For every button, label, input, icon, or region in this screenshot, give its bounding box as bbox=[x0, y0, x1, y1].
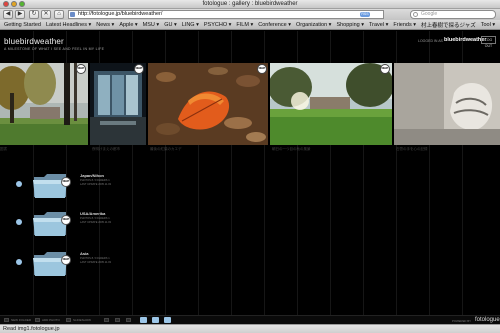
sculpture-photo bbox=[394, 63, 500, 145]
title-bar: fotologue : gallery : bluebirdweather bbox=[0, 0, 500, 9]
gallery-updated: LAST UPDATE 2005.11.03 bbox=[80, 260, 111, 264]
new-badge: NEW! bbox=[61, 177, 71, 187]
status-text: Read img1.fotologue.jp bbox=[3, 326, 60, 332]
photo-caption: 朝日の一つ目の秋の風景 bbox=[272, 147, 311, 151]
gallery-meta: PHOTOS 8 / FOLDERS 1 LAST UPDATE 2005.11… bbox=[80, 217, 111, 225]
gallery-meta: PHOTOS 8 / FOLDERS 1 LAST UPDATE 2005.11… bbox=[80, 257, 111, 265]
photo-thumbnail[interactable]: NEW! bbox=[270, 63, 392, 145]
site-title[interactable]: bluebirdweather bbox=[4, 37, 64, 46]
gallery-name[interactable]: USA/Amerika bbox=[80, 211, 105, 216]
gallery-page: bluebirdweather A MILESTONE OF WHAT I SE… bbox=[0, 31, 500, 324]
photo-thumbnail[interactable]: NEW! bbox=[90, 63, 146, 145]
building-photo bbox=[90, 63, 146, 145]
slideshow-button[interactable]: SLIDESHOW bbox=[73, 318, 91, 322]
bookmark-item[interactable]: FILM ▾ bbox=[236, 22, 253, 28]
photo-strip: NEW! NEW! NEW! NEW! bbox=[0, 63, 500, 145]
gallery-meta: PHOTOS 8 / FOLDERS 1 LAST UPDATE 2005.11… bbox=[80, 179, 111, 187]
site-favicon-icon bbox=[70, 12, 75, 17]
logged-in-label: LOGGED IN AS bbox=[418, 39, 443, 43]
new-badge: NEW! bbox=[61, 215, 71, 225]
gallery-name[interactable]: Asia bbox=[80, 251, 88, 256]
expand-arrow-icon[interactable] bbox=[16, 219, 22, 225]
photo-caption: 図書 bbox=[0, 147, 7, 151]
bookmark-item[interactable]: Shopping ▾ bbox=[336, 22, 364, 28]
back-button[interactable]: ◀ bbox=[3, 10, 13, 19]
bookmark-item[interactable]: LING ▾ bbox=[182, 22, 199, 28]
view-icon[interactable] bbox=[115, 318, 120, 322]
rss-icon[interactable]: RSS bbox=[360, 12, 370, 17]
photo-caption: 石膏の手を心の記録 bbox=[396, 147, 428, 151]
stop-button[interactable]: ✕ bbox=[41, 10, 51, 19]
forward-button[interactable]: ▶ bbox=[15, 10, 25, 19]
browser-window: fotologue : gallery : bluebirdweather ◀ … bbox=[0, 0, 500, 333]
slideshow-icon[interactable] bbox=[66, 318, 71, 322]
bookmark-item[interactable]: PSYCHO ▾ bbox=[204, 22, 232, 28]
view-icon[interactable] bbox=[126, 318, 131, 322]
folder-icon[interactable] bbox=[140, 317, 147, 323]
search-icon bbox=[413, 12, 418, 17]
new-folder-button[interactable]: NEW FOLDER bbox=[11, 318, 31, 322]
site-tagline: A MILESTONE OF WHAT I SEE AND FEEL IN MY… bbox=[4, 47, 105, 51]
new-badge: NEW! bbox=[76, 64, 86, 74]
add-photo-icon[interactable] bbox=[35, 318, 40, 322]
gallery-item[interactable]: NEW! Japan/Nihon PHOTOS 8 / FOLDERS 1 LA… bbox=[0, 171, 300, 199]
photo-caption: 最後の紅葉のカエデ bbox=[150, 147, 182, 151]
gallery-toolbar: NEW FOLDER ADD PHOTO SLIDESHOW POWERED B… bbox=[0, 315, 500, 324]
gallery-item[interactable]: NEW! Asia PHOTOS 8 / FOLDERS 1 LAST UPDA… bbox=[0, 249, 300, 277]
view-icon[interactable] bbox=[104, 318, 109, 322]
gallery-name[interactable]: Japan/Nihon bbox=[80, 173, 104, 178]
new-badge: NEW! bbox=[134, 64, 144, 74]
bookmark-item[interactable]: Apple ▾ bbox=[119, 22, 137, 28]
bookmark-item[interactable]: Conference ▾ bbox=[258, 22, 291, 28]
campus-photo bbox=[270, 63, 392, 145]
leaves-photo bbox=[148, 63, 268, 145]
address-bar[interactable]: http://fotologue.jp/bluebirdweather/ bbox=[68, 10, 384, 19]
expand-arrow-icon[interactable] bbox=[16, 259, 22, 265]
fotologue-logo[interactable]: fotologue bbox=[475, 317, 500, 323]
bookmark-item[interactable]: News ▾ bbox=[96, 22, 114, 28]
gallery-updated: LAST UPDATE 2005.11.03 bbox=[80, 182, 111, 186]
bookmark-item[interactable]: Friends ▾ bbox=[393, 22, 416, 28]
bookmark-item[interactable]: Organization ▾ bbox=[296, 22, 331, 28]
bookmark-item[interactable]: Travel ▾ bbox=[369, 22, 388, 28]
status-bar: Read img1.fotologue.jp bbox=[0, 324, 500, 333]
logout-button[interactable]: LOG OUT bbox=[481, 36, 496, 48]
powered-by-label: POWERED BY bbox=[452, 319, 471, 323]
folder-icon[interactable] bbox=[164, 317, 171, 323]
new-badge: NEW! bbox=[61, 255, 71, 265]
new-badge: NEW! bbox=[257, 64, 267, 74]
browser-toolbar: ◀ ▶ ↻ ✕ ⌂ http://fotologue.jp/bluebirdwe… bbox=[0, 9, 500, 20]
bookmark-item[interactable]: MSU ▾ bbox=[143, 22, 160, 28]
bookmark-item[interactable]: Tool ▾ bbox=[481, 22, 495, 28]
new-folder-icon[interactable] bbox=[4, 318, 9, 322]
home-button[interactable]: ⌂ bbox=[54, 10, 64, 19]
add-photo-button[interactable]: ADD PHOTO bbox=[42, 318, 60, 322]
photo-thumbnail[interactable]: NEW! bbox=[0, 63, 88, 145]
photo-caption: 夜明けまえの都市 bbox=[92, 147, 120, 151]
new-badge: NEW! bbox=[380, 64, 390, 74]
expand-arrow-icon[interactable] bbox=[16, 181, 22, 187]
bookmarks-bar: Getting Started Latest Headlines ▾ News ▾ A… bbox=[0, 20, 500, 30]
gallery-item[interactable]: NEW! USA/Amerika PHOTOS 8 / FOLDERS 1 LA… bbox=[0, 209, 300, 237]
bookmark-item[interactable]: 村上春樹で探るジャズ bbox=[421, 21, 476, 29]
folder-icon[interactable] bbox=[152, 317, 159, 323]
photo-thumbnail[interactable]: NEW! bbox=[148, 63, 268, 145]
gallery-updated: LAST UPDATE 2005.11.03 bbox=[80, 220, 111, 224]
bookmark-item[interactable]: Getting Started bbox=[4, 22, 41, 28]
photo-thumbnail[interactable] bbox=[394, 63, 500, 145]
bookmark-item[interactable]: Latest Headlines ▾ bbox=[46, 22, 91, 28]
bookmark-item[interactable]: GU ▾ bbox=[164, 22, 177, 28]
reload-button[interactable]: ↻ bbox=[29, 10, 39, 19]
tree-photo bbox=[0, 63, 88, 145]
window-title: fotologue : gallery : bluebirdweather bbox=[202, 1, 298, 7]
search-field[interactable]: Google bbox=[410, 10, 496, 19]
